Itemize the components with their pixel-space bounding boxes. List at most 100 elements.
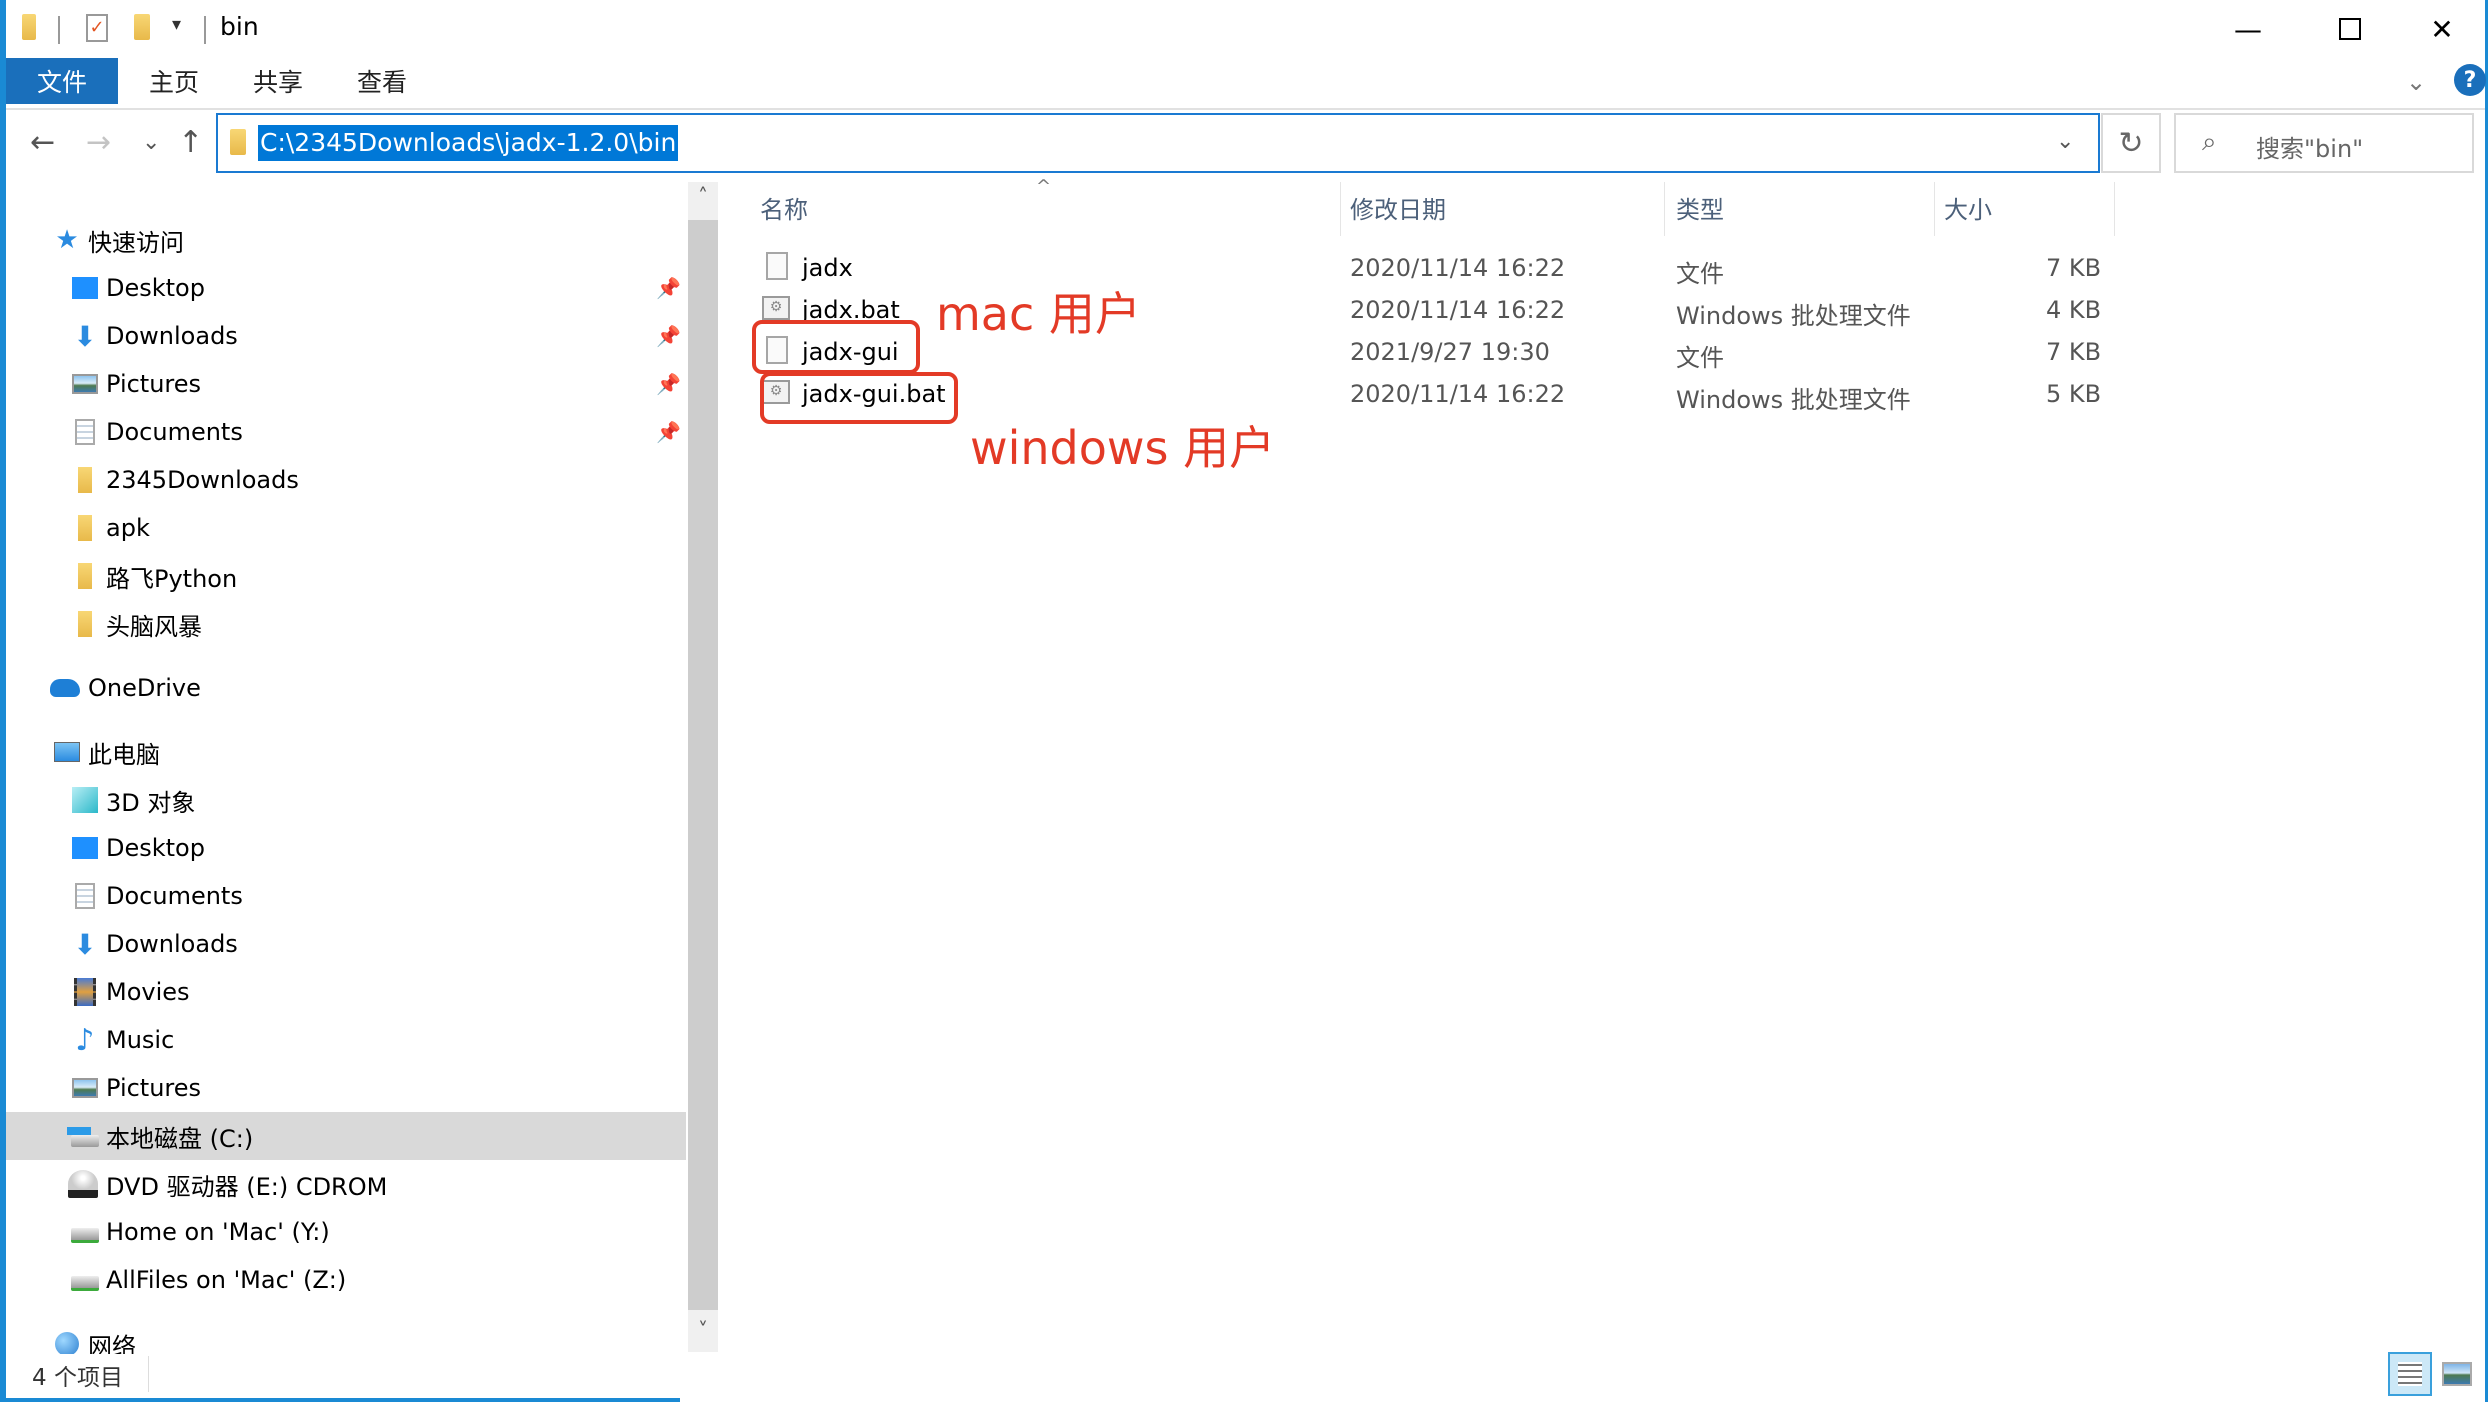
address-dropdown-chevron-icon[interactable]: ⌄ [2056,129,2074,154]
network-drive-icon [70,1265,100,1295]
music-icon: ♪ [75,1022,95,1058]
sidebar-item-brainstorm[interactable]: 头脑风暴 [6,600,686,648]
sidebar-item-desktop[interactable]: Desktop [6,824,686,872]
details-view-icon [2398,1362,2422,1386]
sidebar-item-downloads[interactable]: ⬇ Downloads 📌 [6,312,686,360]
column-divider[interactable] [2114,182,2115,236]
title-separator [58,16,60,44]
file-type: 文件 [1676,260,1724,288]
sidebar-item-music[interactable]: ♪ Music [6,1016,686,1064]
properties-icon[interactable]: ✓ [86,14,108,42]
sidebar-item-2345downloads[interactable]: 2345Downloads [6,456,686,504]
scroll-up-chevron-icon[interactable]: ˄ [688,184,718,216]
close-icon: ✕ [2430,12,2454,46]
pin-icon[interactable]: 📌 [656,276,681,300]
sidebar-item-label: 路飞Python [106,564,238,593]
recent-locations-button[interactable]: ⌄ [142,130,160,155]
batch-file-icon: ⚙ [762,296,790,320]
address-path[interactable]: C:\2345Downloads\jadx-1.2.0\bin [258,125,679,161]
sidebar-item-3d-objects[interactable]: 3D 对象 [6,776,686,824]
desktop-icon [70,833,100,863]
column-divider[interactable] [1340,182,1341,236]
sidebar-item-local-disk-c[interactable]: 本地磁盘 (C:) [6,1112,686,1160]
sort-ascending-icon: ^ [1036,176,1052,197]
maximize-icon [2339,18,2361,40]
folder-icon [22,14,36,40]
column-header-type[interactable]: 类型 [1676,190,1724,230]
scroll-down-chevron-icon[interactable]: ˅ [688,1318,718,1350]
sidebar-item-label: 网络 [88,1332,136,1355]
downloads-icon: ⬇ [73,927,97,961]
sidebar-item-label: 此电脑 [88,740,160,769]
pin-icon[interactable]: 📌 [656,372,681,396]
pin-icon[interactable]: 📌 [656,324,681,348]
this-pc-icon [52,737,82,767]
column-divider[interactable] [1664,182,1665,236]
back-button[interactable]: ← [30,125,55,160]
help-icon[interactable]: ? [2454,64,2486,96]
pin-icon[interactable]: 📌 [656,420,681,444]
expand-ribbon-chevron-icon[interactable]: ⌄ [2406,68,2426,96]
file-modified: 2020/11/14 16:22 [1350,380,1566,408]
window-border-bottom [0,1398,680,1402]
column-divider[interactable] [1934,182,1935,236]
file-size: 7 KB [2046,254,2102,282]
search-input[interactable]: ⌕ 搜索"bin" [2174,113,2474,173]
column-header-name[interactable]: 名称 [760,190,808,230]
minimize-button[interactable]: — [2202,0,2294,58]
close-button[interactable]: ✕ [2396,0,2488,58]
file-size: 4 KB [2046,296,2102,324]
refresh-button[interactable]: ↻ [2101,113,2161,173]
folder-icon [70,465,100,495]
sidebar-item-movies[interactable]: Movies [6,968,686,1016]
file-modified: 2020/11/14 16:22 [1350,296,1566,324]
sidebar-item-desktop[interactable]: Desktop 📌 [6,264,686,312]
sidebar-item-network[interactable]: 网络 [6,1320,686,1354]
forward-button[interactable]: → [86,125,111,160]
search-icon: ⌕ [2202,127,2217,157]
sidebar-item-pictures[interactable]: Pictures 📌 [6,360,686,408]
sidebar-item-label: 快速访问 [88,228,184,257]
sidebar-item-downloads[interactable]: ⬇ Downloads [6,920,686,968]
sidebar-item-documents[interactable]: Documents [6,872,686,920]
sidebar-item-label: 2345Downloads [106,466,299,494]
address-bar[interactable]: C:\2345Downloads\jadx-1.2.0\bin ⌄ [216,113,2100,173]
sidebar-item-label: Downloads [106,322,238,350]
sidebar-item-pictures[interactable]: Pictures [6,1064,686,1112]
sidebar-item-label: OneDrive [88,674,201,702]
maximize-button[interactable] [2304,0,2396,58]
sidebar-item-lufei-python[interactable]: 路飞Python [6,552,686,600]
sidebar-item-label: Movies [106,978,190,1006]
sidebar-item-apk[interactable]: apk [6,504,686,552]
sidebar-item-allfiles-on-mac[interactable]: AllFiles on 'Mac' (Z:) [6,1256,686,1304]
sidebar-item-onedrive[interactable]: OneDrive [6,664,686,712]
sidebar-item-quick-access[interactable]: ★ 快速访问 [6,216,686,264]
sidebar-item-this-pc[interactable]: 此电脑 [6,728,686,776]
details-view-button[interactable] [2388,1352,2432,1396]
tab-file[interactable]: 文件 [6,58,118,104]
pictures-icon [70,369,100,399]
large-icons-view-button[interactable] [2442,1362,2472,1386]
column-header-modified[interactable]: 修改日期 [1350,190,1446,230]
tab-share[interactable]: 共享 [236,58,320,104]
quick-access-star-icon: ★ [55,225,79,255]
sidebar-item-dvd-drive[interactable]: DVD 驱动器 (E:) CDROM [6,1160,686,1208]
sidebar-item-home-on-mac[interactable]: Home on 'Mac' (Y:) [6,1208,686,1256]
column-header-size[interactable]: 大小 [1944,190,1992,230]
tab-home[interactable]: 主页 [132,58,216,104]
status-item-count: 4 个项目 [32,1365,123,1391]
annotation-box-mac [752,320,920,374]
sidebar-scrollbar-thumb[interactable] [688,220,718,1310]
documents-icon [70,417,100,447]
sidebar-item-documents[interactable]: Documents 📌 [6,408,686,456]
file-icon [766,252,788,280]
up-button[interactable]: ↑ [178,125,203,160]
tab-view[interactable]: 查看 [340,58,424,104]
folder-icon [230,129,246,155]
window-title: bin [220,12,259,41]
local-disk-icon [70,1121,100,1151]
folder-icon [70,561,100,591]
customize-toolbar-icon[interactable]: ▾ [172,14,181,35]
sidebar-item-label: Home on 'Mac' (Y:) [106,1218,330,1246]
new-folder-icon[interactable] [134,14,150,40]
